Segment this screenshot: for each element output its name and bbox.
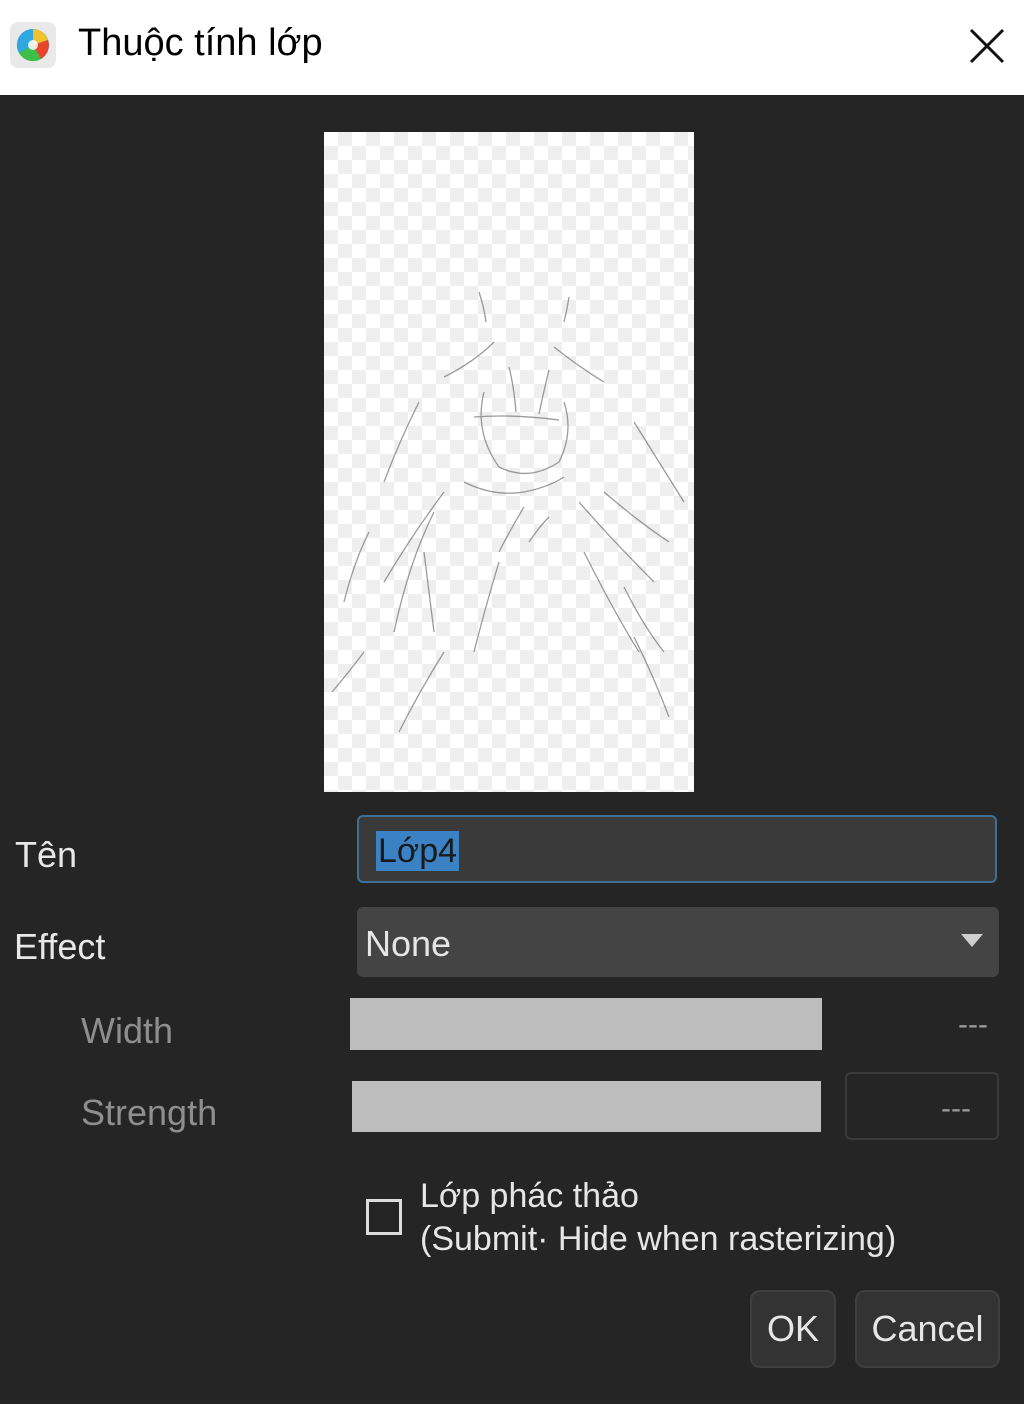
strength-slider[interactable] — [352, 1081, 821, 1132]
width-slider[interactable] — [350, 998, 822, 1050]
effect-select-value: None — [365, 923, 452, 964]
chevron-down-icon — [961, 934, 983, 947]
effect-select[interactable]: None — [357, 907, 999, 977]
strength-value: --- — [941, 1092, 971, 1125]
width-value: --- — [958, 1008, 988, 1041]
name-input-value: Lớp4 — [376, 831, 460, 871]
ok-button[interactable]: OK — [750, 1290, 836, 1368]
strength-label: Strength — [81, 1092, 218, 1133]
close-icon — [969, 28, 1005, 64]
draft-layer-sublabel: (Submit· Hide when rasterizing) — [420, 1220, 897, 1258]
strength-input[interactable]: --- — [845, 1072, 999, 1140]
draft-layer-checkbox[interactable] — [366, 1199, 402, 1235]
title-bar: Thuộc tính lớp — [0, 0, 1024, 95]
window-title: Thuộc tính lớp — [78, 22, 323, 64]
layer-preview-thumbnail — [324, 132, 694, 792]
color-wheel-icon — [10, 22, 56, 68]
effect-label: Effect — [14, 926, 106, 967]
name-input[interactable]: Lớp4 — [357, 815, 997, 883]
width-label: Width — [81, 1010, 174, 1051]
cancel-button[interactable]: Cancel — [855, 1290, 1000, 1368]
layer-properties-dialog: Thuộc tính lớp Tên Lớp4 Effect None Widt… — [0, 0, 1024, 1404]
draft-layer-label: Lớp phác thảo — [420, 1177, 639, 1215]
close-button[interactable] — [960, 20, 1014, 74]
name-label: Tên — [15, 834, 78, 875]
